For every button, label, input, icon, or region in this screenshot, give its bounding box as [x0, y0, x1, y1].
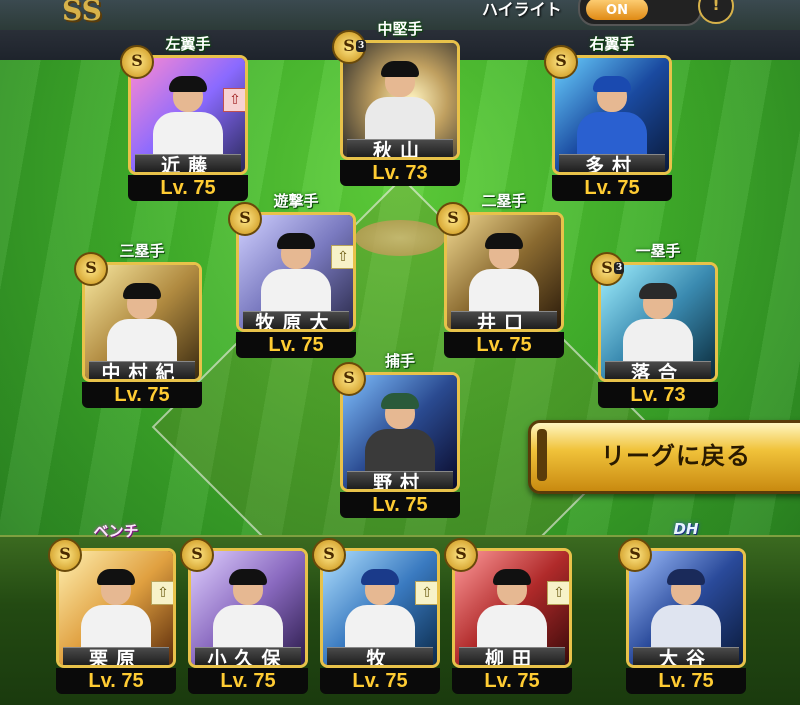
pitchers-mound	[355, 220, 445, 256]
player-level: Lv. 75	[626, 668, 746, 694]
rarity-s-icon: S	[332, 362, 366, 396]
player-portrait	[153, 76, 223, 162]
player-name: 中村紀	[89, 361, 195, 379]
rarity-s-icon: S3	[590, 252, 625, 286]
player-card-3b[interactable]: 中村紀 Lv. 75 S	[74, 252, 202, 408]
player-card-1b[interactable]: 落合 Lv. 73 S3	[590, 252, 718, 408]
up-arrow-icon: ⇧	[415, 581, 437, 605]
player-card-ss[interactable]: ⇧ 牧原大 Lv. 75 S	[228, 202, 356, 358]
player-card-bench-4[interactable]: ⇧ 柳田 Lv. 75 S	[444, 538, 572, 694]
player-name: 小久保	[195, 647, 301, 665]
player-card-bench-3[interactable]: ⇧ 牧 Lv. 75 S	[312, 538, 440, 694]
player-level: Lv. 73	[598, 382, 718, 408]
rarity-s-icon: S	[48, 538, 82, 572]
player-portrait	[213, 569, 283, 655]
position-label-dh: DH	[673, 520, 699, 538]
player-level: Lv. 75	[82, 382, 202, 408]
player-portrait	[345, 569, 415, 655]
player-name: 牧原大	[243, 311, 349, 329]
player-card-bench-2[interactable]: 小久保 Lv. 75 S	[180, 538, 308, 694]
player-name: 野村	[347, 471, 453, 489]
player-level: Lv. 75	[320, 668, 440, 694]
player-card-cf[interactable]: 秋山 Lv. 73 S3	[332, 30, 460, 186]
rank-logo: SS	[62, 0, 102, 27]
player-name: 井口	[451, 311, 557, 329]
player-name: 牧	[327, 647, 433, 665]
player-portrait	[107, 283, 177, 369]
player-portrait	[365, 61, 435, 147]
up-arrow-icon: ⇧	[331, 245, 353, 269]
rarity-s-icon: S	[312, 538, 346, 572]
up-arrow-icon: ⇧	[547, 581, 569, 605]
game-scene: SS ハイライト ON ! 左翼手 中堅手 右翼手 遊撃手 二塁手 三塁手 一塁…	[0, 0, 800, 705]
player-card-2b[interactable]: 井口 Lv. 75 S	[436, 202, 564, 358]
player-portrait	[651, 569, 721, 655]
player-portrait	[261, 233, 331, 319]
player-level: Lv. 75	[128, 175, 248, 201]
toggle-on-label: ON	[586, 0, 648, 20]
player-level: Lv. 73	[340, 160, 460, 186]
player-name: 近藤	[135, 154, 241, 172]
player-level: Lv. 75	[340, 492, 460, 518]
player-portrait	[81, 569, 151, 655]
player-name: 柳田	[459, 647, 565, 665]
highlight-toggle[interactable]: ON	[578, 0, 702, 26]
player-portrait	[477, 569, 547, 655]
player-level: Lv. 75	[56, 668, 176, 694]
player-card-dh[interactable]: 大谷 Lv. 75 S	[618, 538, 746, 694]
highlight-label: ハイライト	[482, 0, 562, 19]
rarity-s-icon: S	[228, 202, 262, 236]
player-portrait	[365, 393, 435, 479]
player-card-lf[interactable]: ⇧ 近藤 Lv. 75 S	[120, 45, 248, 201]
position-label-bench: ベンチ	[93, 522, 139, 540]
rarity-s-icon: S	[444, 538, 478, 572]
rarity-s-icon: S	[180, 538, 214, 572]
player-name: 落合	[605, 361, 711, 379]
player-portrait	[623, 283, 693, 369]
rarity-s-icon: S	[74, 252, 108, 286]
player-name: 大谷	[633, 647, 739, 665]
rarity-s-icon: S	[436, 202, 470, 236]
player-name: 多村	[559, 154, 665, 172]
player-name: 秋山	[347, 139, 453, 157]
up-arrow-icon: ⇧	[151, 581, 173, 605]
player-card-rf[interactable]: 多村 Lv. 75 S	[544, 45, 672, 201]
back-to-league-button[interactable]: リーグに戻る	[528, 420, 800, 494]
rarity-s-icon: S	[544, 45, 578, 79]
up-arrow-icon: ⇧	[223, 88, 245, 112]
player-card-c[interactable]: 野村 Lv. 75 S	[332, 362, 460, 518]
player-level: Lv. 75	[444, 332, 564, 358]
rarity-s-icon: S	[618, 538, 652, 572]
rarity-s-icon: S	[120, 45, 154, 79]
player-card-bench-1[interactable]: ⇧ 栗原 Lv. 75 S	[48, 538, 176, 694]
player-level: Lv. 75	[452, 668, 572, 694]
player-level: Lv. 75	[552, 175, 672, 201]
player-portrait	[469, 233, 539, 319]
rarity-s-icon: S3	[332, 30, 367, 64]
player-level: Lv. 75	[188, 668, 308, 694]
player-level: Lv. 75	[236, 332, 356, 358]
player-name: 栗原	[63, 647, 169, 665]
player-portrait	[577, 76, 647, 162]
